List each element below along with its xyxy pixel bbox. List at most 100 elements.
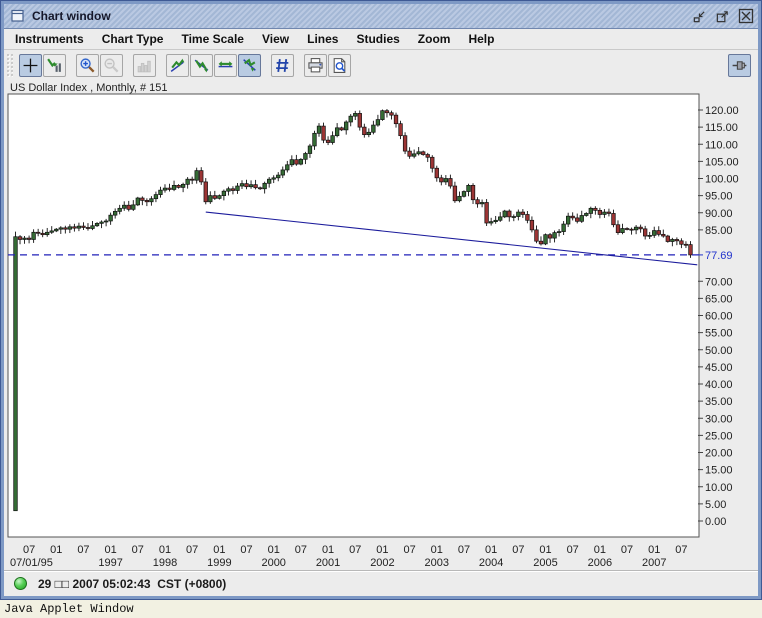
candle-body [575, 217, 580, 222]
candle-body [498, 216, 503, 221]
candle-body [248, 184, 254, 188]
candle-body [683, 243, 689, 246]
trendline-up-button[interactable] [166, 53, 189, 77]
candle-body [674, 239, 680, 242]
svg-text:01: 01 [539, 544, 551, 556]
maximize-button[interactable] [714, 8, 731, 25]
menu-time-scale[interactable]: Time Scale [172, 30, 252, 48]
toolbar-grip[interactable] [6, 53, 13, 77]
candle-body [285, 164, 290, 171]
candle-body [516, 211, 521, 217]
menu-instruments[interactable]: Instruments [6, 30, 93, 48]
candle-body [49, 230, 54, 233]
svg-text:07/01/95: 07/01/95 [10, 557, 53, 569]
candle-body [620, 228, 625, 233]
iconify-button[interactable] [691, 8, 708, 25]
candle-body [67, 226, 73, 230]
candle-body [180, 183, 186, 188]
candle-body [325, 139, 331, 143]
candle-body [298, 158, 304, 165]
crosshair-button[interactable] [19, 53, 42, 77]
candle-body [421, 151, 426, 155]
price-axis: 120.00 115.00 110.00 105.00 100.00 95.00 90.00… [698, 105, 739, 528]
candle-body [529, 219, 535, 231]
zoom-in-button[interactable] [76, 53, 99, 77]
grid-hash-button[interactable] [271, 53, 294, 77]
candle-body [280, 169, 285, 176]
candle-body [362, 126, 367, 136]
candle-body [593, 207, 598, 211]
menu-help[interactable]: Help [459, 30, 503, 48]
print-preview-button[interactable] [328, 53, 351, 77]
plot-area[interactable] [7, 93, 700, 538]
candle-data-tool-button[interactable] [43, 53, 66, 77]
title-bar[interactable]: Chart window [4, 4, 758, 29]
pin-button[interactable] [728, 53, 751, 77]
svg-text:2000: 2000 [261, 557, 285, 569]
candle-body [167, 187, 172, 190]
candle-body [443, 178, 448, 183]
candle-body [122, 204, 127, 209]
candle-body [203, 181, 208, 203]
candle-body [597, 210, 603, 215]
candle-body [638, 226, 643, 230]
candle-body [688, 244, 693, 256]
candle-body [579, 215, 584, 222]
candle-body [217, 195, 222, 199]
candle-body [117, 207, 122, 212]
candle-body [131, 204, 136, 210]
candle-body [40, 232, 45, 236]
candle-body [158, 189, 163, 195]
svg-text:07: 07 [512, 544, 524, 556]
candle-body [489, 221, 494, 224]
print-button[interactable] [304, 53, 327, 77]
candle-body [647, 235, 652, 237]
candle-body [570, 215, 575, 219]
svg-text:01: 01 [268, 544, 280, 556]
svg-text:2007: 2007 [642, 557, 666, 569]
candle-body [162, 187, 168, 191]
erase-line-button[interactable] [238, 53, 261, 77]
candle-body [312, 132, 317, 147]
svg-text:1997: 1997 [98, 557, 122, 569]
horizontal-line-button[interactable] [214, 53, 237, 77]
candle-body [393, 114, 399, 125]
candle-body [416, 151, 421, 155]
candle-body [235, 185, 240, 191]
candle-body [633, 226, 639, 231]
candle-body [543, 234, 548, 245]
close-button[interactable] [737, 8, 754, 25]
candle-body [679, 240, 684, 245]
candle-body [171, 184, 177, 190]
candle-body [149, 198, 154, 203]
candle-body [629, 228, 634, 231]
candle-body [144, 200, 150, 203]
menu-chart-type[interactable]: Chart Type [93, 30, 173, 48]
candle-body [103, 220, 109, 223]
candle-body [457, 195, 462, 202]
candle-body [226, 188, 231, 192]
window-icon [11, 9, 24, 22]
crosshair-icon [23, 58, 38, 72]
menu-zoom[interactable]: Zoom [409, 30, 460, 48]
svg-text:01: 01 [105, 544, 117, 556]
svg-text:50.00: 50.00 [705, 345, 733, 357]
trendline-down-button[interactable] [190, 53, 213, 77]
menu-studies[interactable]: Studies [347, 30, 408, 48]
window-frame: Chart window Instruments Chart Type Time… [4, 4, 758, 596]
candle-body [430, 156, 435, 169]
window-title: Chart window [32, 9, 111, 23]
menu-view[interactable]: View [253, 30, 298, 48]
svg-text:25.00: 25.00 [705, 430, 733, 442]
chart-title: US Dollar Index , Monthly, # 151 [10, 82, 168, 94]
zoom-out-button [100, 53, 123, 77]
candle-body [13, 236, 18, 512]
candle-body [561, 223, 566, 232]
svg-text:90.00: 90.00 [705, 208, 733, 220]
price-chart[interactable]: US Dollar Index , Monthly, # 151 120.00 11… [4, 80, 758, 570]
svg-text:55.00: 55.00 [705, 328, 733, 340]
candle-body [466, 184, 471, 192]
menu-lines[interactable]: Lines [298, 30, 347, 48]
candle-body [221, 190, 227, 196]
print-icon [308, 57, 323, 72]
